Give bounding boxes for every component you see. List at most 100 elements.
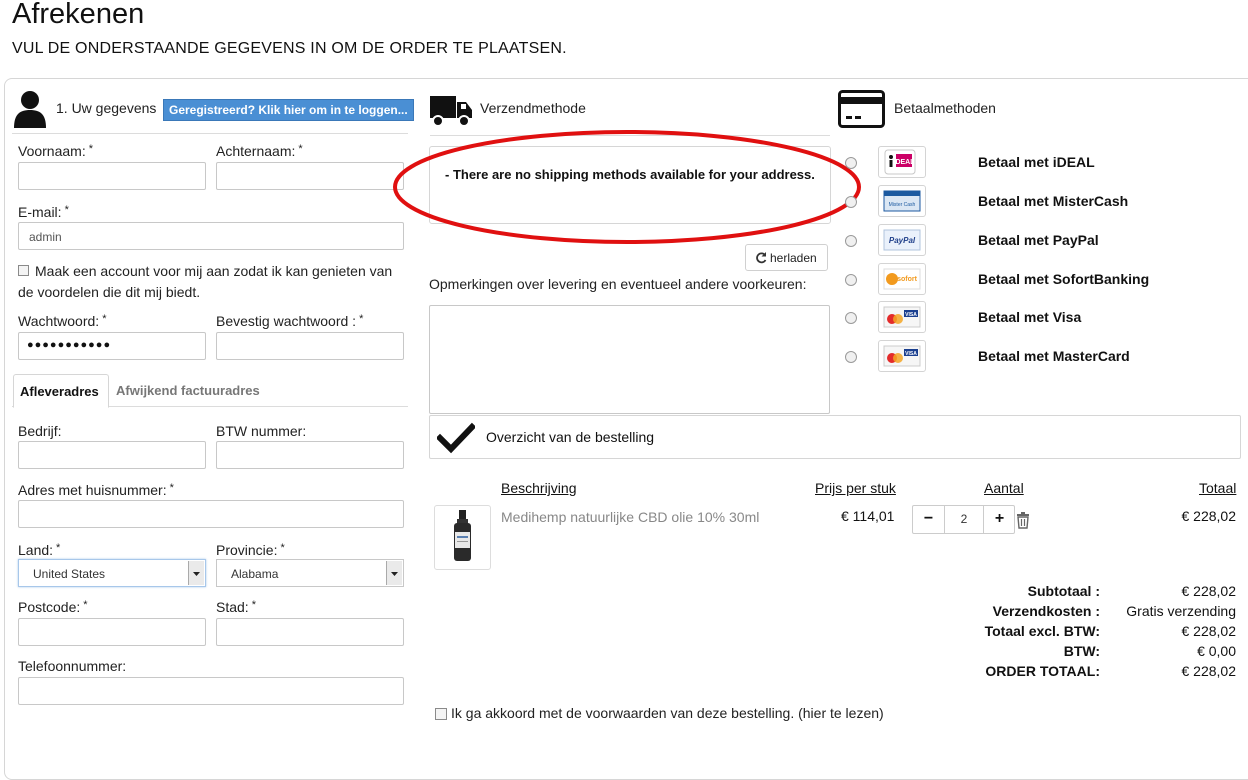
tab-delivery[interactable]: Afleveradres — [13, 374, 109, 408]
product-total: € 228,02 — [1181, 508, 1237, 524]
city-label: Stad: * — [216, 599, 256, 615]
payment-radio[interactable] — [845, 157, 857, 169]
vat-field[interactable] — [216, 441, 404, 469]
col-total: Totaal — [1199, 480, 1237, 496]
annotation-circle — [393, 130, 861, 244]
quantity-plus-button[interactable]: + — [983, 506, 1015, 533]
mastercard-logo: VISA — [878, 340, 926, 372]
order-overview-header: Overzicht van de bestelling — [429, 415, 1241, 459]
payment-radio[interactable] — [845, 351, 857, 363]
payment-radio[interactable] — [845, 196, 857, 208]
login-button[interactable]: Geregistreerd? Klik hier om in te loggen… — [163, 99, 414, 121]
svg-text:sofort: sofort — [897, 276, 918, 283]
col-quantity: Aantal — [984, 480, 1024, 496]
postcode-field[interactable] — [18, 618, 206, 646]
payment-heading: Betaalmethoden — [894, 100, 996, 116]
summary-label: Totaal excl. BTW: — [984, 623, 1100, 639]
tab-delivery-label: Afleveradres — [20, 384, 99, 399]
svg-text:VISA: VISA — [905, 312, 917, 318]
remarks-textarea[interactable] — [429, 305, 830, 414]
user-icon — [12, 90, 48, 128]
address-field[interactable] — [18, 500, 404, 528]
truck-icon — [430, 94, 472, 128]
country-select[interactable]: United States — [18, 559, 206, 587]
password-field[interactable]: ●●●●●●●●●●● — [18, 332, 206, 360]
company-label: Bedrijf: — [18, 423, 62, 439]
first-name-field[interactable] — [18, 162, 206, 190]
phone-field[interactable] — [18, 677, 404, 705]
address-label: Adres met huisnummer: * — [18, 482, 174, 498]
ideal-logo: iDEAL — [878, 146, 926, 178]
summary-value: € 228,02 — [1181, 663, 1237, 679]
sofort-logo: sofort — [878, 263, 926, 295]
product-image[interactable] — [434, 505, 491, 570]
last-name-label: Achternaam: * — [216, 143, 303, 159]
company-field[interactable] — [18, 441, 206, 469]
visa-logo: VISA — [878, 301, 926, 333]
payment-method-label[interactable]: Betaal met PayPal — [978, 232, 1099, 248]
country-label: Land: * — [18, 542, 61, 558]
email-field[interactable]: admin — [18, 222, 404, 250]
terms-text[interactable]: Ik ga akkoord met de voorwaarden van dez… — [451, 705, 884, 721]
summary-label: ORDER TOTAAL: — [985, 663, 1100, 679]
payment-radio[interactable] — [845, 235, 857, 247]
summary-value: € 228,02 — [1181, 623, 1237, 639]
summary-label: Subtotaal : — [1027, 583, 1100, 599]
phone-label: Telefoonnummer: — [18, 658, 127, 674]
refresh-icon — [755, 251, 767, 267]
confirm-password-label: Bevestig wachtwoord : * — [216, 313, 364, 329]
email-label: E-mail: * — [18, 204, 69, 220]
province-select-value: Alabama — [231, 567, 279, 581]
summary-value: € 228,02 — [1181, 583, 1237, 599]
summary-value: € 0,00 — [1197, 643, 1236, 659]
payment-method-label[interactable]: Betaal met iDEAL — [978, 154, 1095, 170]
svg-text:iDEAL: iDEAL — [894, 159, 916, 166]
payment-method-label[interactable]: Betaal met SofortBanking — [978, 271, 1149, 287]
tab-billing[interactable]: Afwijkend factuuradres — [116, 383, 260, 398]
quantity-minus-button[interactable]: − — [913, 506, 945, 533]
terms-checkbox[interactable] — [435, 708, 447, 720]
chevron-down-icon — [188, 561, 204, 585]
product-name[interactable]: Medihemp natuurlijke CBD olie 10% 30ml — [501, 509, 759, 525]
postcode-label: Postcode: * — [18, 599, 88, 615]
divider — [12, 133, 408, 134]
page-subtitle: VUL DE ONDERSTAANDE GEGEVENS IN OM DE OR… — [12, 40, 567, 57]
reload-button[interactable]: herladen — [745, 244, 828, 271]
shipping-heading: Verzendmethode — [480, 100, 586, 116]
payment-radio[interactable] — [845, 274, 857, 286]
vat-label: BTW nummer: — [216, 423, 307, 439]
country-select-value: United States — [33, 567, 106, 581]
payment-method-label[interactable]: Betaal met MisterCash — [978, 193, 1128, 209]
mistercash-logo: Mister Cash — [878, 185, 926, 217]
summary-label: Verzendkosten : — [992, 603, 1100, 619]
order-heading: Overzicht van de bestelling — [486, 429, 655, 445]
reload-label: herladen — [770, 251, 817, 265]
confirm-password-field[interactable] — [216, 332, 404, 360]
credit-card-icon — [838, 90, 885, 128]
svg-text:Mister Cash: Mister Cash — [889, 202, 916, 208]
col-unit-price: Prijs per stuk — [815, 480, 896, 496]
province-select[interactable]: Alabama — [216, 559, 404, 587]
city-field[interactable] — [216, 618, 404, 646]
password-label: Wachtwoord: * — [18, 313, 107, 329]
quantity-stepper: − 2 + — [912, 505, 1015, 534]
trash-icon[interactable] — [1015, 511, 1031, 532]
summary-value: Gratis verzending — [1126, 603, 1236, 619]
create-account-text: Maak een account voor mij aan zodat ik k… — [18, 263, 393, 300]
payment-method-label[interactable]: Betaal met Visa — [978, 309, 1081, 325]
payment-radio[interactable] — [845, 312, 857, 324]
product-unit-price: € 114,01 — [841, 508, 895, 524]
summary-label: BTW: — [1063, 643, 1100, 659]
first-name-label: Voornaam: * — [18, 143, 93, 159]
remarks-label: Opmerkingen over levering en eventueel a… — [429, 276, 807, 292]
province-label: Provincie: * — [216, 542, 285, 558]
payment-method-label[interactable]: Betaal met MasterCard — [978, 348, 1130, 364]
page-title: Afrekenen — [12, 0, 145, 30]
last-name-field[interactable] — [216, 162, 404, 190]
details-heading: 1. Uw gegevens — [56, 100, 157, 116]
chevron-down-icon — [386, 561, 402, 585]
paypal-logo: PayPal — [878, 224, 926, 256]
checkmark-icon — [435, 422, 477, 457]
col-description: Beschrijving — [501, 480, 577, 496]
quantity-input[interactable]: 2 — [945, 506, 983, 533]
